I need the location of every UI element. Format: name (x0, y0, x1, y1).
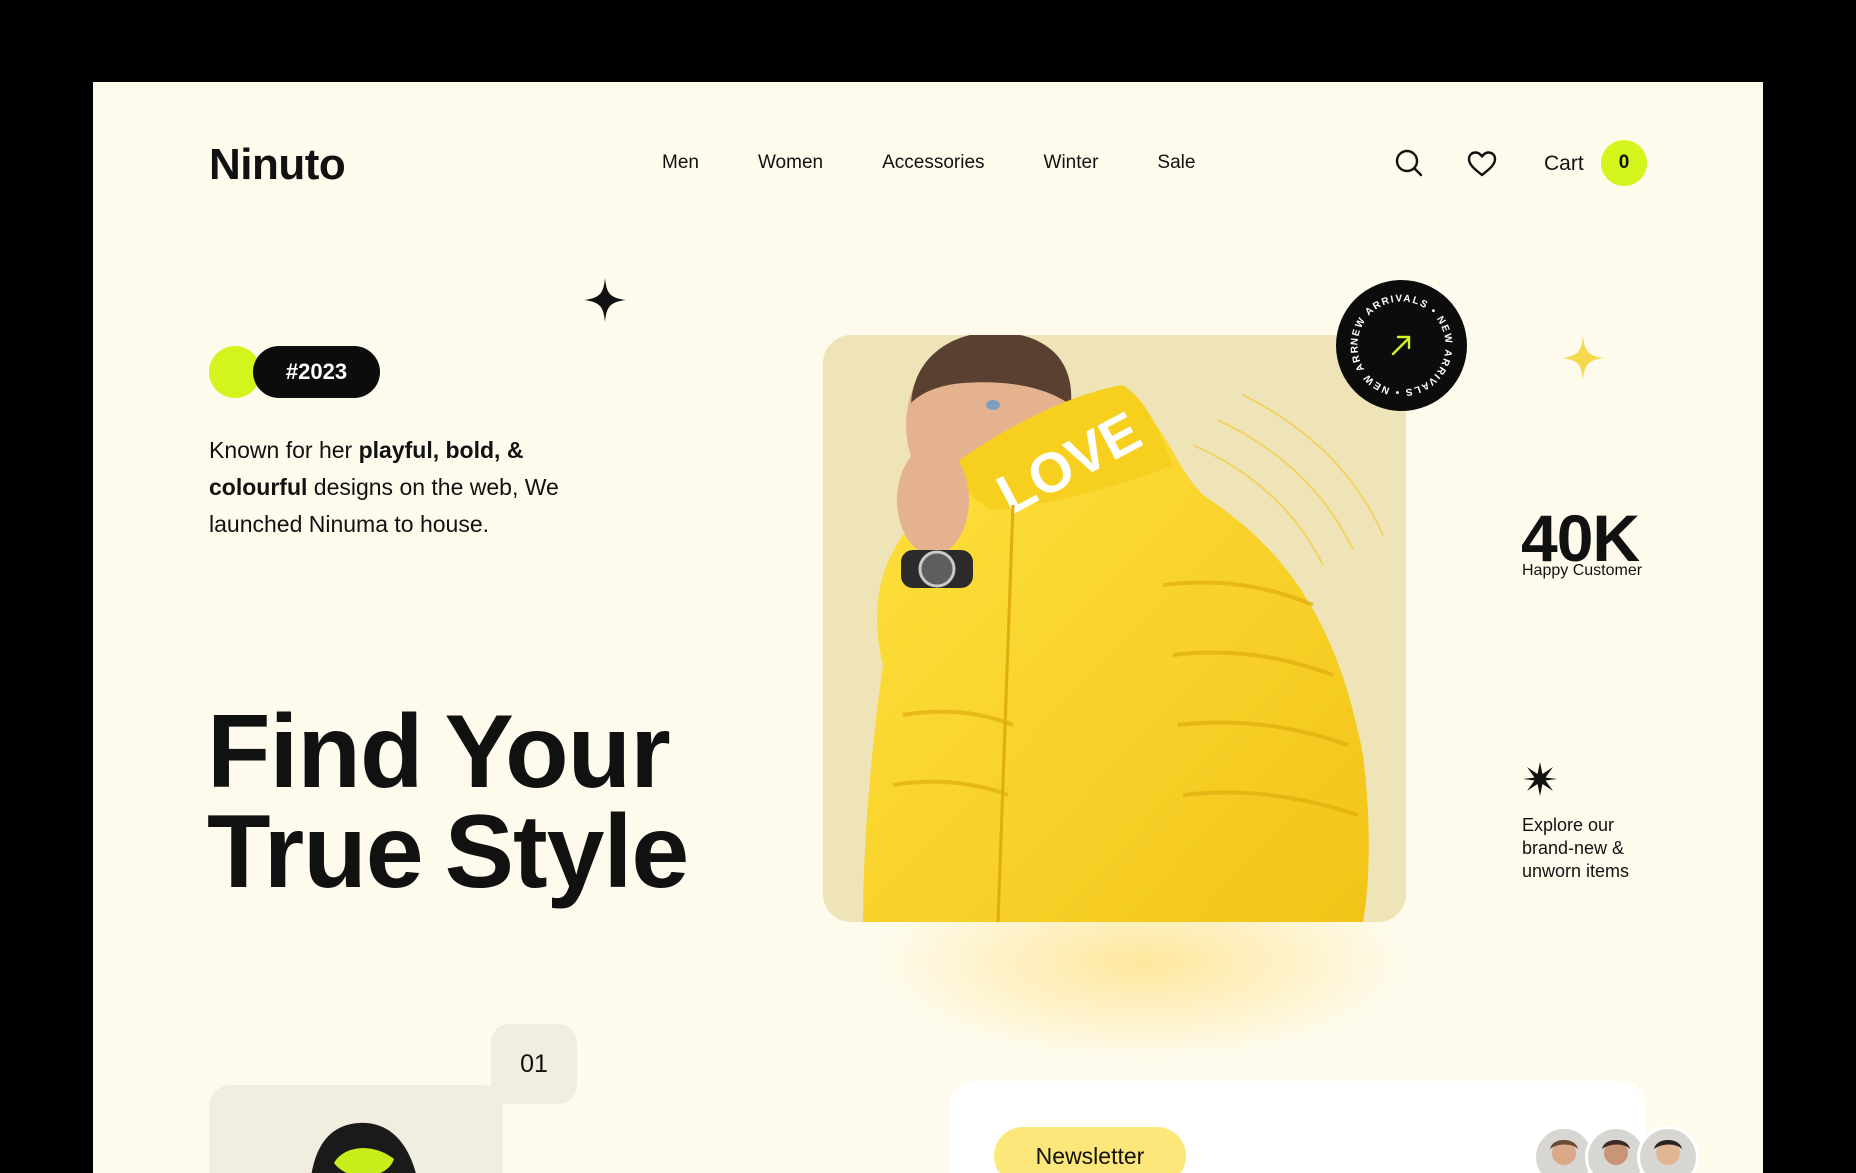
svg-text:NEW ARRIVALS • NEW ARRIVALS •: NEW ARRIVALS • NEW ARRIVALS • NEW ARRIVA… (1336, 280, 1454, 398)
model-illustration: LOVE (863, 335, 1384, 922)
card-number: 01 (491, 1024, 577, 1104)
badge-text: NEW ARRIVALS • NEW ARRIVALS • NEW ARRIVA… (1332, 272, 1453, 398)
intro-text: Known for her playful, bold, & colourful … (209, 437, 559, 537)
hero-image: LOVE (823, 335, 1406, 922)
year-tag: #2023 (253, 346, 380, 398)
explore-text: Explore our brand-new & unworn items (1522, 815, 1630, 881)
nav-item-men[interactable]: Men (662, 152, 699, 174)
bag-illustration (311, 1122, 416, 1173)
nav-item-winter[interactable]: Winter (1044, 152, 1099, 174)
nav-item-accessories[interactable]: Accessories (882, 152, 984, 174)
hero-headline: Find Your True Style (207, 694, 690, 910)
headline-word-style: Style (444, 794, 690, 910)
headline-word-find: Find (207, 694, 423, 810)
page-frame: Ninuto Men Women Accessories Winter Sale… (93, 82, 1763, 1173)
star-icon (1523, 762, 1557, 796)
nav-item-women[interactable]: Women (758, 152, 823, 174)
newsletter-panel: Newsletter (949, 1081, 1699, 1173)
headline-word-your: Your (434, 700, 678, 804)
stat-label: Happy Customer (1522, 562, 1643, 579)
cart-count-badge[interactable]: 0 (1601, 140, 1647, 186)
nav-item-sale[interactable]: Sale (1157, 152, 1195, 174)
product-card[interactable] (209, 1085, 503, 1173)
sparkle-yellow-icon (1562, 336, 1604, 380)
new-arrivals-badge[interactable]: NEW ARRIVALS • NEW ARRIVALS • NEW ARRIVA… (1332, 272, 1467, 411)
search-icon[interactable] (1394, 148, 1424, 178)
newsletter-button[interactable]: Newsletter (994, 1127, 1186, 1173)
avatar (1637, 1126, 1699, 1173)
sparkle-icon (584, 278, 626, 322)
arrow-icon (1391, 335, 1411, 356)
brand-logo[interactable]: Ninuto (209, 140, 346, 190)
headline-word-true: True (207, 794, 424, 910)
heart-icon[interactable] (1467, 149, 1497, 179)
cart-button[interactable]: Cart (1544, 152, 1584, 176)
main-nav: Men Women Accessories Winter Sale (662, 152, 1254, 174)
